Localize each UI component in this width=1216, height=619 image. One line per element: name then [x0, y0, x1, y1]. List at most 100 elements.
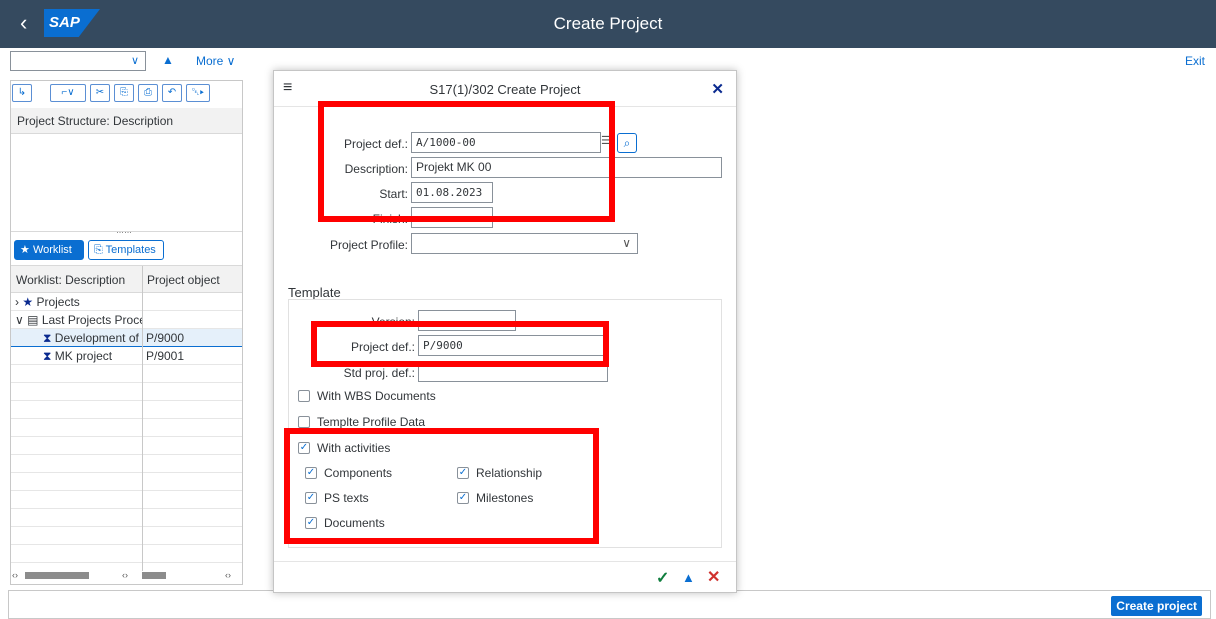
paste-icon[interactable]: ⎙ — [138, 84, 158, 102]
scroll-arrows-icon[interactable]: ‹› — [225, 570, 231, 580]
more-label: More — [196, 54, 224, 68]
project-icon: ⧗ — [43, 349, 52, 363]
tab-worklist[interactable]: ★ Worklist — [14, 240, 84, 260]
list-item: › ★ Projects — [15, 295, 80, 309]
list-item: ⧗ Development of — [43, 331, 142, 346]
search-icon[interactable]: ⌕ — [617, 133, 637, 153]
table-row — [11, 419, 242, 437]
table-row — [11, 383, 242, 401]
row-desc: MK project — [54, 349, 113, 363]
table-row — [11, 437, 242, 455]
relationship-checkbox[interactable]: ✓ — [457, 467, 469, 479]
project-profile-label: Project Profile: — [329, 238, 408, 252]
expand-tree-icon[interactable]: ↳ — [12, 84, 32, 102]
project-def-label: Project def.: — [343, 137, 408, 151]
with-wbs-label: With WBS Documents — [317, 389, 436, 403]
description-label: Description: — [344, 162, 408, 176]
dialog-footer: ✓ ▲ ✕ — [274, 561, 736, 593]
worklist-grid: Worklist: Description Project object › ★… — [11, 265, 242, 571]
close-icon[interactable]: ✕ — [711, 80, 724, 98]
template-profile-data-label: Templte Profile Data — [317, 415, 426, 429]
documents-label: Documents — [324, 516, 385, 530]
link-icon[interactable]: ☰ — [601, 134, 611, 147]
tab-worklist-label: Worklist — [32, 244, 72, 256]
exit-button[interactable]: Exit — [1185, 54, 1205, 68]
milestones-label: Milestones — [476, 491, 534, 505]
create-project-dialog: ≡ S17(1)/302 Create Project ✕ Project de… — [273, 70, 737, 593]
tab-templates[interactable]: ⎘ Templates — [88, 240, 164, 260]
splitter-handle[interactable]: …… — [116, 226, 132, 235]
description-field[interactable]: Projekt MK 00 — [411, 157, 722, 178]
table-row — [11, 509, 242, 527]
chevron-right-icon[interactable]: › — [15, 295, 19, 309]
app-title: Create Project — [553, 14, 663, 33]
scroll-thumb[interactable] — [142, 572, 166, 579]
finish-label: Finish: — [372, 212, 408, 226]
table-row — [11, 365, 242, 383]
finish-date-field[interactable] — [411, 207, 493, 228]
command-combobox[interactable]: ∨ — [10, 51, 146, 71]
create-dropdown-icon[interactable]: ⌐∨ — [50, 84, 86, 102]
components-checkbox[interactable]: ✓ — [305, 467, 317, 479]
chevron-down-icon[interactable]: ∨ — [622, 236, 631, 251]
with-wbs-checkbox[interactable] — [298, 390, 310, 402]
project-def-field[interactable]: A/1000-00 — [411, 132, 601, 153]
dialog-header: ≡ S17(1)/302 Create Project ✕ — [274, 71, 736, 107]
start-date-field[interactable]: 01.08.2023 — [411, 182, 493, 203]
row-obj: P/9001 — [146, 349, 185, 363]
version-label: Version: — [371, 315, 415, 329]
horizontal-scrollbar[interactable]: ‹› ‹› ‹› — [11, 570, 242, 582]
column-divider[interactable] — [142, 266, 143, 571]
up-arrow-icon[interactable]: ▲ — [162, 53, 174, 67]
column-header-description[interactable]: Worklist: Description — [16, 273, 125, 287]
shell-bar: ‹ SAP Create Project — [0, 0, 1216, 48]
table-row — [11, 455, 242, 473]
create-project-button[interactable]: Create project — [1111, 596, 1202, 616]
delete-menu-icon[interactable]: ␡▸ — [186, 84, 210, 102]
start-label: Start: — [379, 187, 408, 201]
project-icon: ⧗ — [43, 331, 52, 345]
table-row — [11, 527, 242, 545]
template-section-title: Template — [288, 285, 341, 300]
row-desc: Development of — [54, 331, 139, 345]
components-label: Components — [324, 466, 393, 480]
scroll-arrows-icon[interactable]: ‹› — [12, 570, 18, 580]
row-obj: P/9000 — [146, 331, 185, 345]
with-activities-label: With activities — [317, 441, 391, 455]
version-field[interactable] — [418, 310, 516, 331]
template-profile-data-checkbox[interactable] — [298, 416, 310, 428]
copy-icon[interactable]: ⎘ — [114, 84, 134, 102]
relationship-label: Relationship — [476, 466, 543, 480]
template-project-def-field[interactable]: P/9000 — [418, 335, 608, 356]
table-row[interactable]: › ★ Projects — [11, 293, 242, 311]
structure-header: Project Structure: Description — [11, 108, 242, 134]
table-row[interactable]: ⧗ MK project P/9001 — [11, 347, 242, 365]
undo-icon[interactable]: ↶ — [162, 84, 182, 102]
template-project-def-label: Project def.: — [350, 340, 415, 354]
column-header-object[interactable]: Project object — [147, 273, 220, 287]
up-arrow-icon[interactable]: ▲ — [682, 570, 695, 585]
more-menu[interactable]: More ∨ — [196, 54, 235, 68]
tab-templates-label: Templates — [105, 244, 156, 256]
table-row[interactable]: ⧗ Development of P/9000 — [11, 329, 242, 347]
chevron-down-icon[interactable]: ∨ — [131, 54, 139, 67]
list-item: ⧗ MK project — [43, 349, 142, 364]
row-desc: Projects — [36, 295, 80, 309]
table-row[interactable]: ∨ ▤ Last Projects Proce — [11, 311, 242, 329]
scroll-thumb[interactable] — [25, 572, 89, 579]
cut-icon[interactable]: ✂ — [90, 84, 110, 102]
row-desc: Last Projects Proce — [41, 313, 142, 327]
ps-texts-checkbox[interactable]: ✓ — [305, 492, 317, 504]
checkmark-icon[interactable]: ✓ — [656, 568, 669, 588]
cancel-icon[interactable]: ✕ — [707, 567, 720, 587]
scroll-arrows-icon[interactable]: ‹› — [122, 570, 128, 580]
std-proj-def-field[interactable] — [418, 361, 608, 382]
grid-header-row: Worklist: Description Project object — [11, 266, 242, 293]
milestones-checkbox[interactable]: ✓ — [457, 492, 469, 504]
table-row — [11, 491, 242, 509]
chevron-down-icon[interactable]: ∨ — [15, 313, 24, 327]
documents-checkbox[interactable]: ✓ — [305, 517, 317, 529]
project-profile-select[interactable]: ∨ — [411, 233, 638, 254]
with-activities-checkbox[interactable]: ✓ — [298, 442, 310, 454]
template-icon: ⎘ — [94, 244, 103, 256]
